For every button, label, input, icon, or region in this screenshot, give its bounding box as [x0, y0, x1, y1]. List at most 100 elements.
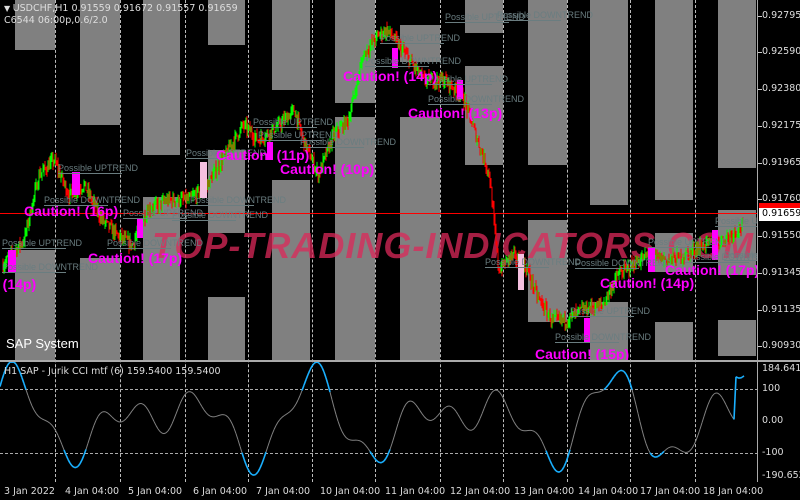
cci-segment — [553, 467, 557, 472]
cci-segment — [451, 406, 455, 410]
cci-axis-0: 0.00 — [762, 415, 784, 426]
cci-segment — [131, 407, 135, 412]
panel-divider[interactable] — [0, 360, 800, 362]
cci-segment — [105, 411, 109, 414]
price-tick-label: 0.91345 — [762, 266, 800, 278]
cci-segment — [401, 407, 405, 413]
cci-segment — [55, 431, 59, 436]
time-tick-label: 3 Jan 2022 — [4, 486, 55, 497]
cci-segment — [345, 437, 349, 440]
cci-segment — [485, 398, 489, 404]
cci-segment — [91, 424, 95, 431]
cci-segment — [269, 434, 273, 441]
cci-segment — [497, 390, 501, 394]
cci-segment — [561, 466, 565, 471]
symbol-info[interactable]: ▼ USDCHF,H1 0.91559 0.91672 0.91557 0.91… — [4, 3, 238, 14]
time-tick-label: 7 Jan 04:00 — [256, 486, 311, 497]
cci-segment — [71, 465, 75, 468]
cci-segment — [147, 409, 151, 414]
cci-segment — [195, 396, 199, 401]
cci-segment — [443, 406, 447, 409]
cci-segment — [729, 412, 733, 417]
cci-segment — [381, 460, 385, 464]
cci-segment — [587, 394, 591, 397]
cci-segment — [537, 434, 541, 439]
cci-segment — [621, 369, 625, 373]
cci-segment — [27, 395, 31, 402]
cci-segment — [151, 417, 155, 422]
cci-segment — [555, 470, 559, 473]
cci-segment — [69, 462, 73, 467]
cci-segment — [387, 449, 391, 455]
cci-axis-max: 184.6413 — [762, 363, 800, 374]
cci-segment — [395, 423, 399, 431]
cci-segment — [717, 392, 721, 396]
cci-segment — [95, 416, 99, 421]
cci-segment — [283, 414, 287, 417]
cci-segment — [193, 393, 197, 398]
cci-segment — [437, 412, 441, 416]
cci-segment — [303, 379, 307, 386]
cci-segment — [231, 423, 235, 429]
cci-segment — [305, 374, 309, 380]
cci-segment — [461, 421, 465, 425]
cci-segment — [243, 458, 247, 465]
cci-segment — [313, 361, 317, 365]
cci-segment — [551, 464, 555, 469]
cci-segment — [733, 376, 737, 420]
cci-segment — [573, 426, 577, 435]
cci-segment — [647, 448, 651, 454]
cci-segment — [657, 454, 661, 458]
cci-segment — [699, 422, 703, 430]
cci-segment — [741, 375, 745, 379]
cci-segment — [581, 402, 585, 408]
cci-segment — [7, 361, 11, 365]
cci-segment — [495, 389, 499, 392]
cci-segment — [677, 448, 681, 451]
cci-segment — [203, 409, 207, 413]
cci-segment — [385, 454, 389, 459]
cci-segment — [721, 397, 725, 402]
cci-segment — [639, 421, 643, 430]
cci-segment — [713, 392, 717, 395]
cci-segment — [481, 408, 485, 414]
cci-segment — [43, 419, 47, 422]
cci-segment — [589, 393, 593, 395]
cci-segment — [389, 443, 393, 450]
cci-segment — [519, 428, 523, 431]
cci-segment — [329, 391, 333, 400]
cci-segment — [637, 413, 641, 422]
cci-segment — [393, 430, 397, 438]
cci-segment — [99, 411, 103, 415]
cci-segment — [225, 415, 229, 418]
chart-area[interactable]: TOP-TRADING-INDICATORS.COM Possible UPTR… — [0, 0, 758, 482]
cci-segment — [545, 450, 549, 456]
cci-segment — [585, 396, 589, 400]
cci-line — [0, 361, 745, 476]
cci-segment — [293, 403, 297, 408]
cci-segment — [223, 414, 227, 416]
cci-segment — [339, 426, 343, 432]
cci-segment — [85, 443, 89, 450]
cci-segment — [693, 440, 697, 446]
cci-segment — [241, 452, 245, 460]
cci-segment — [113, 418, 117, 421]
cci-segment — [347, 438, 351, 441]
collapse-triangle-icon[interactable]: ▼ — [4, 4, 13, 13]
cci-segment — [343, 434, 347, 438]
cci-segment — [53, 427, 57, 432]
cci-segment — [631, 389, 635, 397]
cci-segment — [257, 467, 261, 473]
cci-segment — [575, 419, 579, 428]
cci-segment — [333, 407, 337, 415]
cci-segment — [155, 425, 159, 430]
cci-segment — [323, 371, 327, 379]
cci-segment — [33, 409, 37, 414]
cci-segment — [337, 420, 341, 427]
cci-segment — [415, 404, 419, 408]
cci-segment — [29, 400, 33, 407]
cci-segment — [93, 420, 97, 426]
cci-segment — [277, 419, 281, 423]
cci-segment — [507, 408, 511, 414]
cci-segment — [35, 412, 39, 417]
